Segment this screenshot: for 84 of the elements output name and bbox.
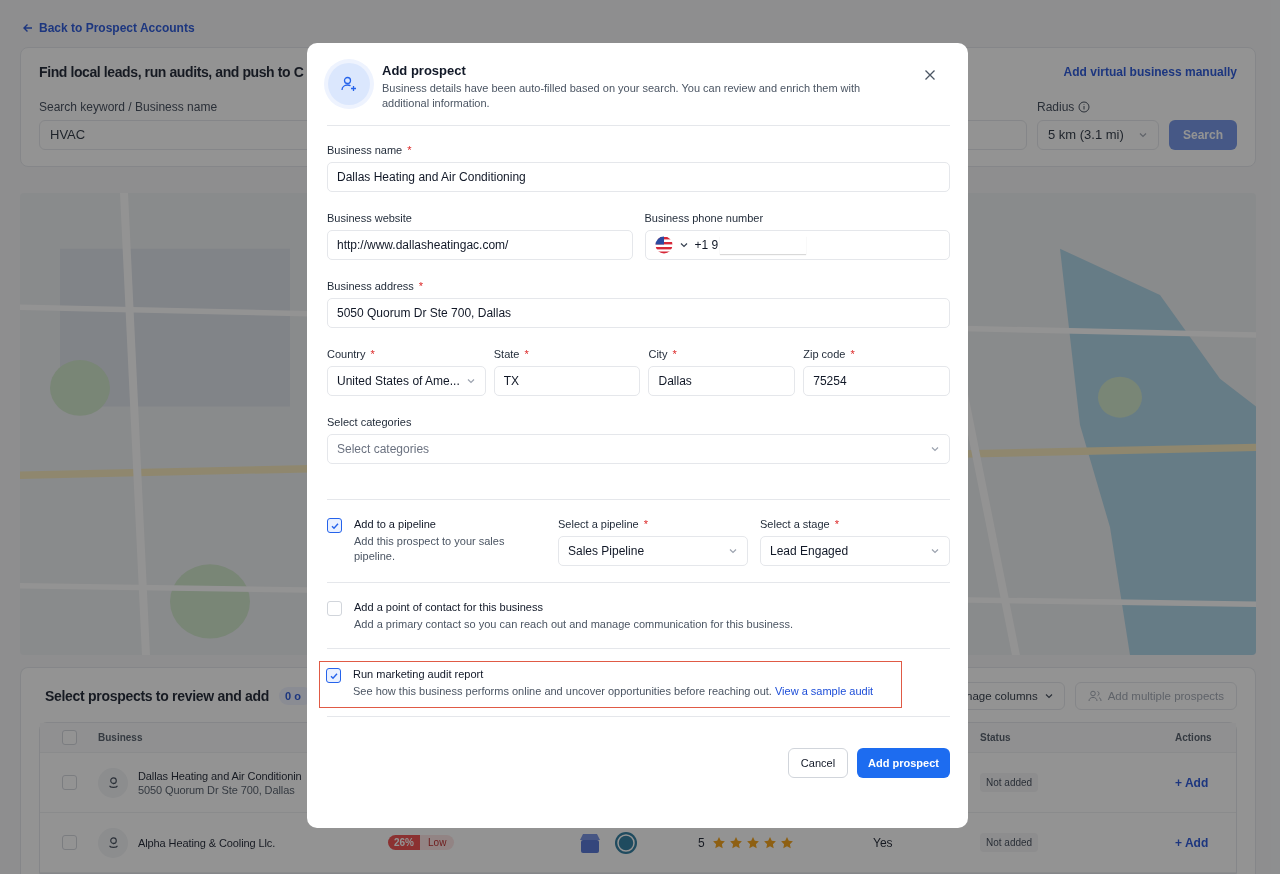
required-mark: *	[418, 280, 424, 292]
option-description: See how this business performs online and uncover opportunities before reaching out. View a sample audit	[353, 684, 874, 699]
option-description: Add this prospect to your sales pipeline.	[354, 534, 506, 564]
text-input[interactable]: http://www.dallasheatingac.com/	[327, 230, 633, 260]
text-input[interactable]: Dallas	[648, 366, 796, 396]
text-input[interactable]: TX	[493, 366, 641, 396]
field-label: Zip code	[803, 348, 846, 360]
check-icon	[328, 670, 339, 681]
text-input[interactable]: 5050 Quorum Dr Ste 700, Dallas	[327, 298, 950, 328]
column-header: Actions	[1175, 732, 1212, 743]
select-field[interactable]: Select categories	[327, 434, 950, 464]
required-mark: *	[834, 518, 839, 530]
user-plus-icon	[328, 63, 370, 105]
field-label: Search keyword / Business name	[39, 99, 218, 114]
business-name: Dallas Heating and Air Conditionin	[138, 769, 302, 782]
score-badge: 26%	[388, 835, 420, 850]
select-field[interactable]: Sales Pipeline	[558, 536, 748, 566]
add-virtual-business-link[interactable]: Add virtual business manually	[1063, 64, 1237, 79]
table-cell: Yes	[873, 835, 893, 850]
option-title: Run marketing audit report	[353, 668, 484, 680]
phone-input[interactable]: +1 9	[644, 230, 950, 260]
star-icon	[779, 835, 794, 850]
rating-value: 5	[698, 835, 705, 850]
select-field[interactable]: Lead Engaged	[760, 536, 950, 566]
location-pin-icon	[106, 776, 120, 789]
chevron-down-icon	[728, 546, 738, 556]
dialog-title: Add prospect	[382, 63, 466, 78]
chevron-down-icon	[930, 546, 940, 556]
check-icon	[329, 520, 340, 531]
column-header: Business	[98, 732, 143, 743]
dialog-description: Business details have been auto-filled based on your search. You can review and enrich them with additional information.	[382, 81, 862, 111]
field-label: Select categories	[327, 416, 412, 428]
checkbox[interactable]	[326, 668, 341, 683]
star-icon	[745, 835, 760, 850]
chevron-down-icon	[678, 240, 689, 250]
required-mark: *	[407, 144, 412, 156]
text-input[interactable]: 75254	[803, 366, 950, 396]
status-tag: Not added	[980, 833, 1039, 852]
field-label: Radius	[1036, 99, 1091, 114]
field-label: Select a pipeline	[558, 518, 639, 530]
chevron-down-icon	[465, 376, 476, 386]
users-icon	[1087, 689, 1102, 703]
add-link[interactable]: + Add	[1175, 775, 1209, 790]
field-label: Business phone number	[644, 212, 764, 224]
sample-audit-link[interactable]: View a sample audit	[774, 685, 874, 697]
star-icon	[762, 835, 777, 850]
column-header: Status	[980, 732, 1011, 743]
field-label: Business name	[327, 144, 403, 156]
field-label: Country	[327, 348, 366, 360]
wordpress-icon	[614, 830, 638, 855]
required-mark: *	[850, 348, 855, 360]
required-mark: *	[370, 348, 375, 360]
text-input[interactable]: Dallas Heating and Air Conditioning	[327, 162, 950, 192]
field-label: Select a stage	[760, 518, 830, 530]
radius-select[interactable]: 5 km (3.1 mi)	[1036, 119, 1159, 150]
star-icon	[711, 835, 726, 850]
add-prospect-button[interactable]: Add prospect	[857, 748, 950, 778]
business-address: 5050 Quorum Dr Ste 700, Dallas	[138, 783, 295, 796]
info-icon	[1078, 100, 1091, 113]
business-name: Alpha Heating & Cooling Llc.	[138, 836, 276, 849]
score-label: Low	[420, 835, 455, 850]
cancel-button[interactable]: Cancel	[787, 748, 849, 778]
chevron-down-icon	[930, 444, 940, 454]
flag-icon	[654, 236, 673, 254]
required-mark: *	[524, 348, 529, 360]
status-tag: Not added	[980, 773, 1039, 792]
add-link[interactable]: + Add	[1175, 835, 1209, 850]
field-label: Business website	[327, 212, 412, 224]
field-label: City	[648, 348, 668, 360]
checkbox[interactable]	[327, 518, 342, 533]
field-label: State	[493, 348, 520, 360]
required-mark: *	[672, 348, 677, 360]
location-pin-icon	[106, 836, 120, 849]
required-mark: *	[643, 518, 648, 530]
select-field[interactable]: United States of Ame...	[327, 366, 486, 396]
option-title: Add to a pipeline	[354, 518, 436, 530]
close-icon	[924, 69, 936, 81]
option-title: Add a point of contact for this business	[354, 601, 543, 613]
option-description: Add a primary contact so you can reach out and manage communication for this business.	[354, 617, 793, 632]
page-title: Find local leads, run audits, and push to C	[39, 63, 304, 80]
field-label: Business address	[327, 280, 414, 292]
section-title: Select prospects to review and add	[45, 688, 269, 704]
chevron-down-icon	[1043, 691, 1054, 701]
star-icon	[728, 835, 743, 850]
